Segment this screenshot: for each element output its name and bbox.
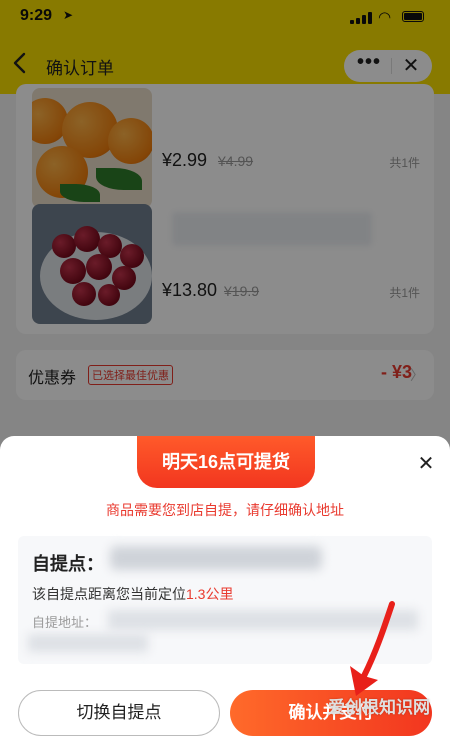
distance-value: 1.3公里 bbox=[186, 586, 234, 602]
annotation-arrow-icon bbox=[350, 601, 395, 696]
pickup-point-name-blurred bbox=[110, 546, 322, 570]
distance-prefix: 该自提点距离您当前定位 bbox=[32, 586, 186, 602]
watermark: 爱创根知识网 bbox=[328, 698, 430, 717]
pickup-time-text: 明天16点可提货 bbox=[161, 452, 291, 472]
pickup-distance: 该自提点距离您当前定位1.3公里 bbox=[32, 584, 233, 604]
pickup-time-banner: 明天16点可提货 bbox=[137, 436, 315, 488]
switch-pickup-button[interactable]: 切换自提点 bbox=[18, 690, 220, 736]
pickup-notice: 商品需要您到店自提，请仔细确认地址 bbox=[106, 502, 344, 518]
pickup-point-label: 自提点： bbox=[32, 554, 104, 574]
address-label: 自提地址： bbox=[32, 615, 98, 630]
sheet-close-icon[interactable]: ✕ bbox=[412, 450, 440, 478]
address-blurred-2 bbox=[28, 634, 148, 652]
